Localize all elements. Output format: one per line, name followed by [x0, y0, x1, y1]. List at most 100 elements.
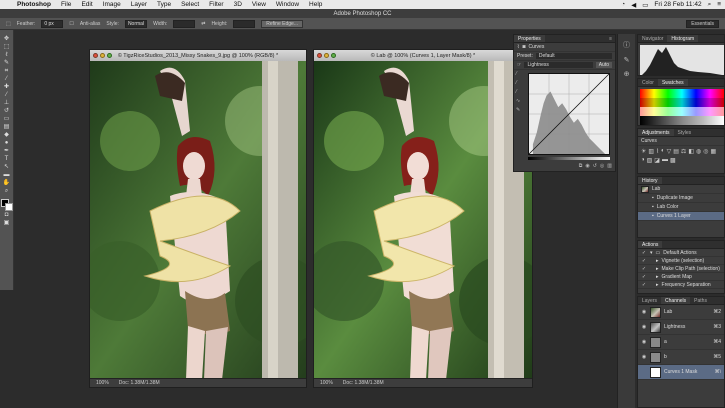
- visibility-eye-icon[interactable]: ◉: [641, 354, 647, 360]
- curves-graph[interactable]: [528, 73, 610, 155]
- swatch-grid[interactable]: [640, 89, 724, 125]
- color-swatches[interactable]: [0, 198, 13, 211]
- history-item-selected[interactable]: ▪ Curves 1 Layer: [638, 212, 724, 221]
- menu-select[interactable]: Select: [176, 1, 204, 8]
- marquee-tool-icon[interactable]: ⬚: [6, 21, 11, 27]
- list-icon[interactable]: ≡: [717, 1, 721, 8]
- color-balance-icon[interactable]: ⚖: [681, 148, 686, 155]
- action-item[interactable]: ✓ ▸ Vignette (selection): [638, 257, 724, 265]
- menu-view[interactable]: View: [247, 1, 271, 8]
- menu-file[interactable]: File: [56, 1, 76, 8]
- curve-pencil-icon[interactable]: ✎: [516, 107, 525, 113]
- channel-select[interactable]: Lightness: [524, 62, 593, 68]
- zoom-tool-icon[interactable]: ⌕: [2, 188, 11, 195]
- expand-icon[interactable]: ▸: [656, 282, 659, 288]
- marquee-tool-icon[interactable]: ⬚: [2, 44, 11, 51]
- volume-icon[interactable]: ◀: [631, 1, 636, 9]
- curve-point-tool-icon[interactable]: ∿: [516, 98, 525, 104]
- brightness-icon[interactable]: ☀: [641, 148, 646, 155]
- action-item[interactable]: ✓ ▸ Make Clip Path (selection): [638, 265, 724, 273]
- gradient-tool-icon[interactable]: ▤: [2, 124, 11, 131]
- gray-eyedropper-icon[interactable]: ⁄: [516, 80, 525, 86]
- move-tool-icon[interactable]: ✥: [2, 36, 11, 43]
- refine-edge-button[interactable]: Refine Edge...: [261, 19, 303, 28]
- zoom-level-1[interactable]: 100%: [96, 380, 109, 386]
- tab-paths[interactable]: Paths: [690, 297, 711, 304]
- document-canvas-2[interactable]: [314, 61, 532, 378]
- visibility-eye-icon[interactable]: ◉: [641, 309, 647, 315]
- pen-tool-icon[interactable]: ✒: [2, 148, 11, 155]
- menu-filter[interactable]: Filter: [204, 1, 228, 8]
- document-title-bar-1[interactable]: © TigzRiceStudios_2013_Missy Snakes_9.jp…: [90, 50, 306, 61]
- tab-history[interactable]: History: [638, 177, 662, 184]
- trash-icon[interactable]: ▥: [607, 163, 612, 171]
- threshold-icon[interactable]: ◪: [654, 157, 660, 164]
- history-snapshot[interactable]: Lab: [638, 185, 724, 194]
- curves-mask-icon[interactable]: ◙: [522, 44, 525, 50]
- action-set[interactable]: ✓ ▾ ▭ Default Actions: [638, 249, 724, 257]
- healing-tool-icon[interactable]: ✚: [2, 84, 11, 91]
- wifi-icon[interactable]: ◔: [621, 1, 625, 8]
- check-icon[interactable]: ✓: [641, 282, 647, 288]
- menu-help[interactable]: Help: [304, 1, 327, 8]
- eyedropper-tool-icon[interactable]: ⁄: [2, 76, 11, 83]
- color-lookup-icon[interactable]: ▦: [710, 148, 716, 155]
- action-item[interactable]: ✓ ▸ Frequency Separation: [638, 281, 724, 289]
- crop-tool-icon[interactable]: ⌗: [2, 68, 11, 75]
- history-item[interactable]: ▪ Duplicate Image: [638, 194, 724, 203]
- channel-mixer-icon[interactable]: ◎: [703, 148, 708, 155]
- menu-3d[interactable]: 3D: [229, 1, 247, 8]
- reset-icon[interactable]: ↺: [593, 163, 597, 171]
- expand-icon[interactable]: ▸: [656, 266, 659, 272]
- expand-icon[interactable]: ▸: [656, 274, 659, 280]
- document-canvas-1[interactable]: [90, 61, 306, 378]
- view-previous-icon[interactable]: ◉: [585, 163, 589, 171]
- channel-row-curves-mask[interactable]: Curves 1 Mask ⌘\: [638, 365, 724, 380]
- screen-mode-icon[interactable]: ▣: [2, 220, 11, 227]
- feather-input[interactable]: 0 px: [41, 19, 64, 28]
- zoom-level-2[interactable]: 100%: [320, 380, 333, 386]
- document-title-bar-2[interactable]: © Lab @ 100% (Curves 1, Layer Mask/8) *: [314, 50, 532, 61]
- channel-row-b[interactable]: ◉ b ⌘5: [638, 350, 724, 365]
- tab-histogram[interactable]: Histogram: [667, 35, 699, 42]
- history-item[interactable]: ▪ Lab Color: [638, 203, 724, 212]
- workspace-select[interactable]: Essentials: [686, 19, 719, 28]
- dodge-tool-icon[interactable]: ●: [2, 140, 11, 147]
- clock[interactable]: Fri 28 Feb 11:42: [654, 1, 701, 8]
- hue-saturation-icon[interactable]: ▤: [673, 148, 679, 155]
- channel-row-a[interactable]: ◉ a ⌘4: [638, 335, 724, 350]
- tab-navigator[interactable]: Navigator: [638, 35, 667, 42]
- quick-select-tool-icon[interactable]: ✎: [2, 60, 11, 67]
- black-eyedropper-icon[interactable]: ⁄: [516, 71, 525, 77]
- menu-image[interactable]: Image: [98, 1, 126, 8]
- menu-type[interactable]: Type: [152, 1, 176, 8]
- white-eyedropper-icon[interactable]: ⁄: [516, 89, 525, 95]
- preset-select[interactable]: Default: [535, 53, 612, 59]
- eraser-tool-icon[interactable]: ▭: [2, 116, 11, 123]
- background-color[interactable]: [4, 202, 13, 211]
- clone-stamp-tool-icon[interactable]: ⊥: [2, 100, 11, 107]
- visibility-icon[interactable]: ◎: [600, 163, 604, 171]
- menu-photoshop[interactable]: Photoshop: [12, 1, 56, 8]
- visibility-eye-icon[interactable]: ◉: [641, 339, 647, 345]
- check-icon[interactable]: ✓: [641, 258, 647, 264]
- check-icon[interactable]: ✓: [641, 250, 647, 256]
- menu-layer[interactable]: Layer: [126, 1, 152, 8]
- tab-properties[interactable]: Properties: [514, 35, 545, 42]
- channel-row-lab[interactable]: ◉ Lab ⌘2: [638, 305, 724, 320]
- blur-tool-icon[interactable]: ◆: [2, 132, 11, 139]
- check-icon[interactable]: ✓: [641, 274, 647, 280]
- search-icon[interactable]: ⌕: [708, 1, 712, 9]
- doc-size-1[interactable]: Doc: 1.38M/1.38M: [119, 380, 160, 386]
- history-brush-tool-icon[interactable]: ↺: [2, 108, 11, 115]
- levels-icon[interactable]: ▥: [648, 148, 654, 155]
- width-input[interactable]: [173, 19, 196, 28]
- doc-size-2[interactable]: Doc: 1.38M/1.38M: [343, 380, 384, 386]
- lasso-tool-icon[interactable]: ℓ: [2, 52, 11, 59]
- menu-edit[interactable]: Edit: [76, 1, 97, 8]
- target-adjust-icon[interactable]: ☞: [517, 62, 521, 68]
- dock-clone-source-icon[interactable]: ⊕: [624, 70, 630, 78]
- menu-window[interactable]: Window: [271, 1, 304, 8]
- posterize-icon[interactable]: ▧: [647, 157, 653, 164]
- battery-icon[interactable]: ▭: [642, 1, 648, 9]
